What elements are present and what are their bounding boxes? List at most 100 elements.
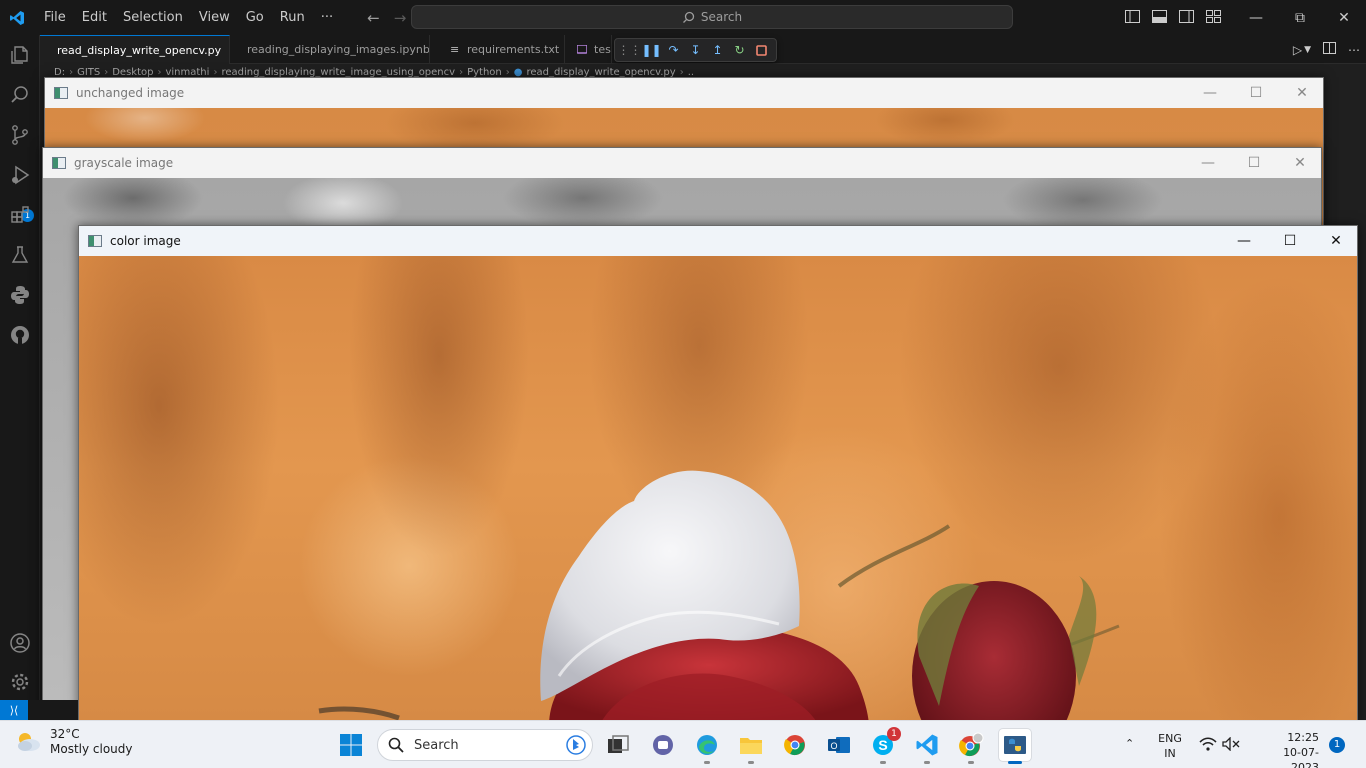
tab-reading-displaying-images[interactable]: reading_displaying_images.ipynb [230,35,430,64]
arrow-left-icon[interactable]: ← [367,9,380,27]
tab-label: reading_displaying_images.ipynb [247,43,430,56]
split-editor-icon[interactable] [1323,42,1336,57]
tab-test[interactable]: tes [567,35,612,64]
restart-icon[interactable]: ↻ [733,43,746,57]
minimize-button[interactable]: — [1185,148,1231,178]
customize-layout-icon[interactable] [1205,8,1221,24]
bing-icon[interactable] [566,735,586,755]
menu-view[interactable]: View [191,6,238,30]
run-options-chevron-icon[interactable]: ▼ [1304,45,1311,55]
taskbar-app-task-view[interactable] [602,729,634,761]
python-icon[interactable] [8,283,32,307]
window-title-bar[interactable]: grayscale image — ☐ ✕ [43,148,1321,178]
taskbar-search-label: Search [414,737,459,753]
menu-file[interactable]: File [36,6,74,30]
menu-more[interactable]: ··· [313,6,341,30]
close-button[interactable]: ✕ [1279,78,1323,108]
breadcrumb-item[interactable]: vinmathi [165,67,209,78]
minimize-button[interactable]: — [1234,0,1278,35]
maximize-button[interactable]: ☐ [1267,226,1313,256]
breadcrumb-item[interactable]: Python [467,67,502,78]
taskbar-app-vscode[interactable] [911,729,943,764]
opencv-app-icon [54,87,68,99]
taskbar-app-chrome-profile[interactable] [955,729,987,764]
remote-indicator-icon[interactable]: ⟩⟨ [0,700,28,720]
step-into-icon[interactable]: ↧ [689,43,702,57]
step-out-icon[interactable]: ↥ [711,43,724,57]
search-icon [682,11,695,23]
minimize-button[interactable]: — [1221,226,1267,256]
extensions-icon[interactable] [8,203,32,227]
debug-toolbar: ⋮⋮ ❚❚ ↷ ↧ ↥ ↻ [614,38,777,62]
breadcrumb-item[interactable]: GITS [77,67,100,78]
notification-count-badge[interactable]: 1 [1329,737,1345,753]
menu-selection[interactable]: Selection [115,6,191,30]
taskbar-app-teams-chat[interactable] [647,729,679,761]
settings-gear-icon[interactable] [8,670,32,694]
tab-label: requirements.txt [467,43,560,56]
wifi-icon[interactable] [1199,737,1217,751]
window-title-bar[interactable]: color image — ☐ ✕ [79,226,1357,256]
maximize-button[interactable]: ☐ [1233,78,1279,108]
taskbar-app-edge[interactable] [691,729,723,764]
github-icon[interactable] [8,323,32,347]
title-bar: File Edit Selection View Go Run ··· ← → … [0,0,1366,35]
menu-go[interactable]: Go [238,6,272,30]
task-view-icon [608,735,629,753]
toggle-primary-sidebar-icon[interactable] [1124,8,1140,24]
minimize-button[interactable]: — [1187,78,1233,108]
search-icon[interactable] [8,83,32,107]
taskbar-app-skype[interactable]: S 1 [867,727,901,764]
source-control-icon[interactable] [8,123,32,147]
pause-icon[interactable]: ❚❚ [641,43,661,57]
layout-controls [1124,8,1221,24]
tab-requirements[interactable]: ≡ requirements.txt [440,35,565,64]
toggle-secondary-sidebar-icon[interactable] [1178,8,1194,24]
stop-icon[interactable] [755,44,768,57]
activity-bar: 1 [0,35,40,720]
accounts-icon[interactable] [8,631,32,655]
restore-button[interactable]: ⧉ [1278,0,1322,35]
chevron-right-icon: › [505,66,510,78]
opencv-app-icon [52,157,66,169]
color-image-window[interactable]: color image — ☐ ✕ [78,225,1358,725]
breadcrumb-item[interactable]: Desktop [112,67,153,78]
volume-muted-icon[interactable] [1222,737,1240,751]
toggle-panel-icon[interactable] [1151,8,1167,24]
step-over-icon[interactable]: ↷ [667,43,680,57]
taskbar-search-box[interactable]: Search [377,729,593,761]
command-center-search[interactable]: Search [411,5,1013,29]
window-title-bar[interactable]: unchanged image — ☐ ✕ [45,78,1323,108]
maximize-button[interactable]: ☐ [1231,148,1277,178]
testing-flask-icon[interactable] [8,243,32,267]
vscode-logo-icon[interactable] [0,0,34,35]
taskbar-app-chrome[interactable] [779,729,811,761]
breadcrumb-item[interactable]: reading_displaying_write_image_using_ope… [221,67,455,78]
drag-handle-icon[interactable]: ⋮⋮ [618,43,642,57]
close-button[interactable]: ✕ [1277,148,1321,178]
breadcrumb-item[interactable]: read_display_write_opencv.py [526,67,675,78]
menu-edit[interactable]: Edit [74,6,115,30]
run-debug-icon[interactable] [8,163,32,187]
breadcrumb-item[interactable]: D: [54,67,65,78]
system-clock[interactable]: 12:25 10-07-2023 [1283,730,1319,768]
menu-run[interactable]: Run [272,6,313,30]
close-button[interactable]: ✕ [1322,0,1366,35]
chevron-right-icon: › [104,66,109,78]
tab-read-display-write-opencv[interactable]: read_display_write_opencv.py ✕ [40,35,230,64]
input-language-indicator[interactable]: ENG IN [1157,731,1183,761]
windows-start-icon[interactable] [339,733,363,757]
close-button[interactable]: ✕ [1313,226,1357,256]
breadcrumb-item[interactable]: ... [688,67,694,78]
taskbar-app-outlook[interactable]: O [823,729,855,761]
more-actions-icon[interactable]: ⋯ [1348,43,1360,57]
show-hidden-icons-chevron-icon[interactable]: ⌃ [1125,737,1134,750]
taskbar-app-python[interactable] [999,729,1031,764]
chat-icon [653,735,673,755]
arrow-right-icon[interactable]: → [394,9,407,27]
region-code: IN [1164,747,1176,760]
run-python-file-icon[interactable]: ▷ [1293,43,1302,57]
taskbar-app-file-explorer[interactable] [735,729,767,764]
explorer-icon[interactable] [8,43,32,67]
weather-widget[interactable]: 32°C Mostly cloudy [14,727,133,757]
